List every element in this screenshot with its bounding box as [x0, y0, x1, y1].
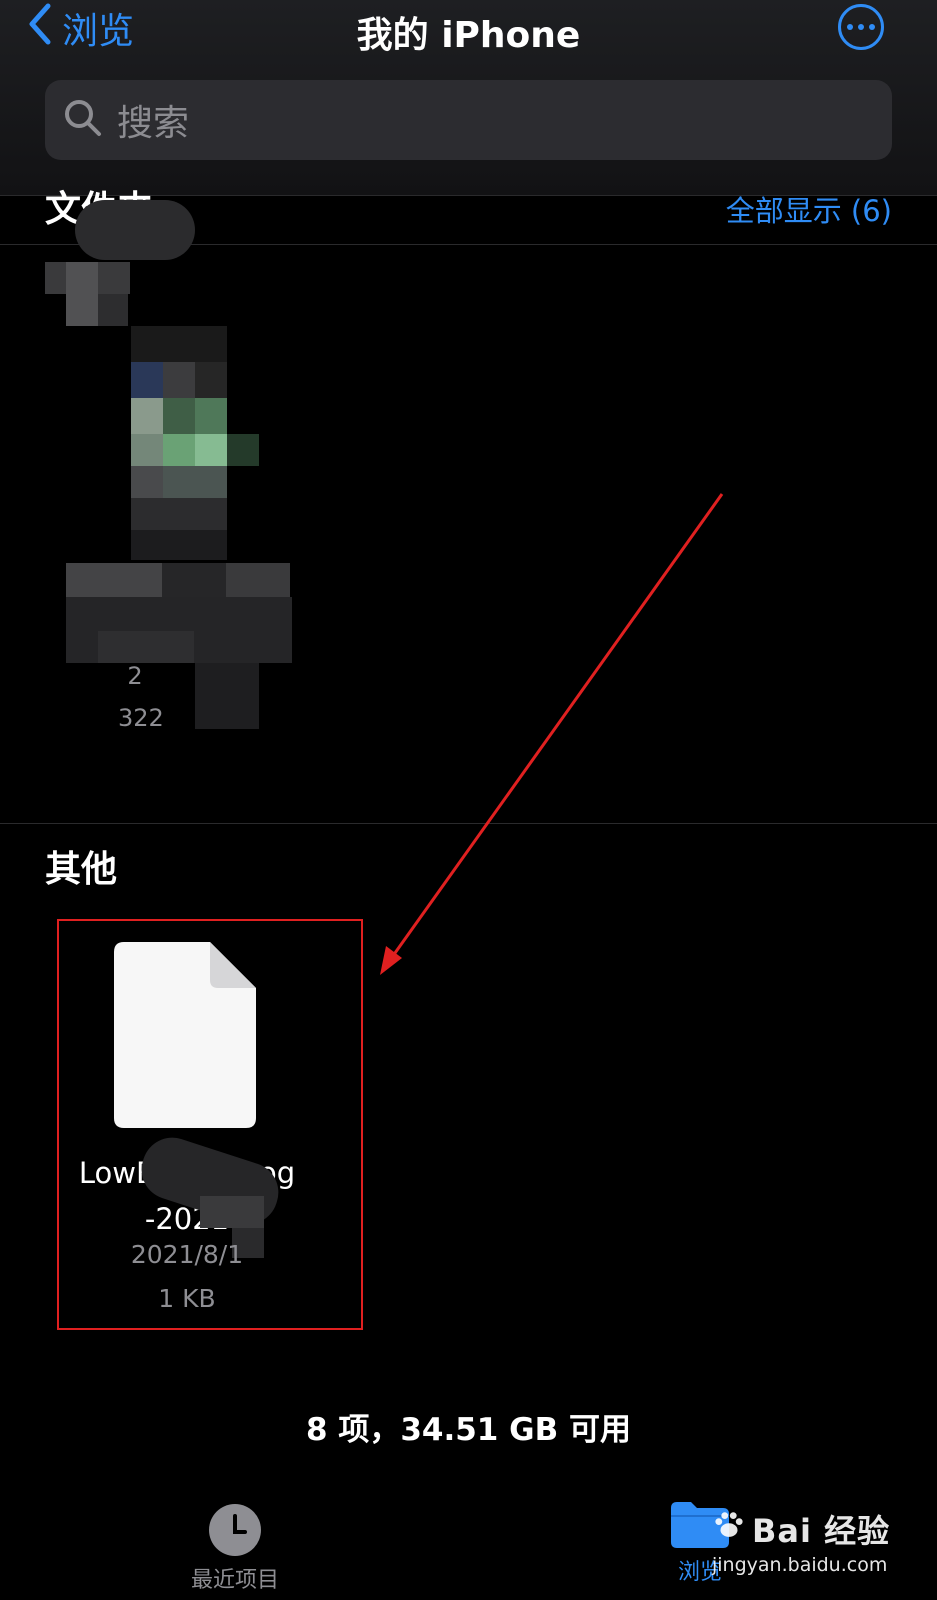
- redaction-pixel: [131, 398, 163, 434]
- redaction-pixel: [195, 663, 259, 729]
- redaction-pixel: [163, 434, 195, 466]
- section-divider: [0, 823, 937, 824]
- file-date: 2021/8/1: [130, 1240, 244, 1269]
- redaction-pixel: [227, 434, 259, 466]
- tab-recent[interactable]: 最近项目: [180, 1504, 290, 1594]
- redaction-pixel: [195, 434, 227, 466]
- redaction-pixel: [195, 398, 227, 434]
- shared-item-size: 322: [118, 704, 164, 732]
- redaction-pixel: [200, 1196, 264, 1228]
- shared-item-date: 2: [127, 662, 143, 690]
- show-all-link[interactable]: 全部显示 (6): [726, 188, 892, 230]
- search-input[interactable]: 搜索: [45, 80, 892, 160]
- search-icon: [63, 98, 103, 142]
- watermark-url: jingyan.baidu.com: [712, 1554, 888, 1576]
- redaction-pixel: [195, 362, 227, 398]
- redaction-pixel: [163, 466, 227, 498]
- watermark: Bai 经验 jingyan.baidu.com: [712, 1506, 912, 1576]
- redaction-blob: [75, 200, 195, 260]
- watermark-brand-text: Bai 经验: [752, 1512, 891, 1550]
- clock-icon: [209, 1504, 261, 1556]
- redaction-pixel: [163, 398, 195, 434]
- redaction-pixel: [66, 262, 98, 326]
- tab-recent-label: 最近项目: [190, 1568, 279, 1593]
- redaction-pixel: [131, 434, 163, 466]
- redaction-pixel: [98, 631, 194, 663]
- redaction-pixel: [131, 362, 163, 398]
- search-placeholder: 搜索: [117, 103, 190, 144]
- other-section-title: 其他: [45, 849, 118, 890]
- more-ellipsis-icon[interactable]: [838, 4, 884, 50]
- redaction-pixel: [162, 563, 226, 597]
- page-title: 我的 iPhone: [356, 15, 581, 56]
- top-navigation: 浏览 我的 iPhone 搜索: [0, 0, 937, 196]
- redaction-pixel: [98, 294, 128, 326]
- redaction-pixel: [131, 466, 163, 498]
- redaction-pixel: [131, 326, 227, 362]
- paw-icon: [712, 1508, 746, 1550]
- redaction-pixel: [66, 563, 162, 597]
- watermark-brand: Bai 经验: [712, 1506, 912, 1552]
- redaction-pixel: [131, 498, 227, 530]
- redaction-pixel: [163, 362, 195, 398]
- document-icon: [114, 942, 256, 1128]
- redaction-pixel: [226, 563, 290, 597]
- redaction-pixel: [131, 530, 227, 560]
- file-size: 1 KB: [158, 1284, 216, 1313]
- storage-status: 8 项，34.51 GB 可用: [305, 1412, 632, 1448]
